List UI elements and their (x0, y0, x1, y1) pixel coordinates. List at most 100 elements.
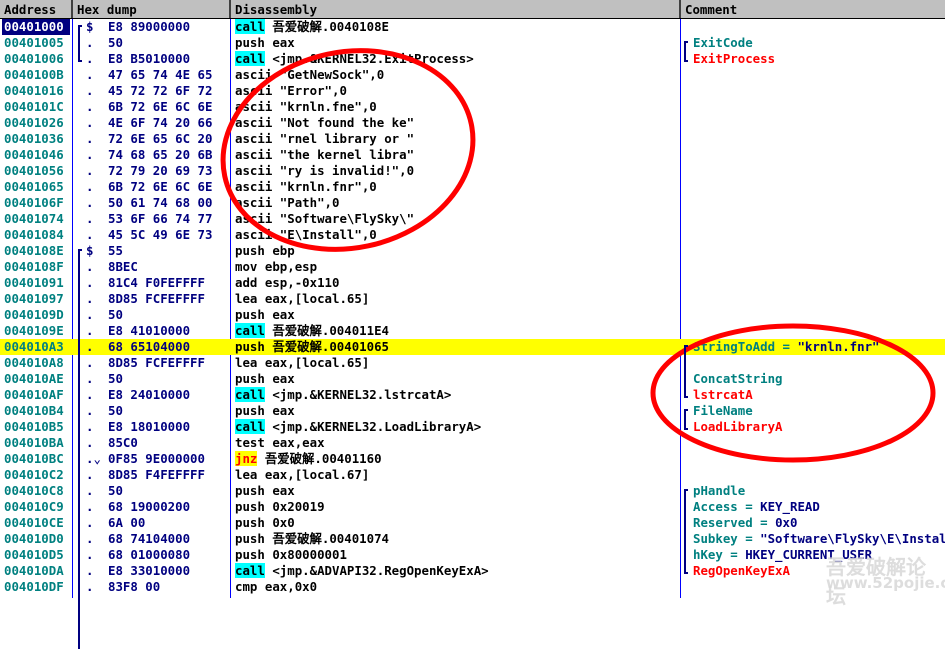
address-cell[interactable]: 004010A8 (2, 355, 70, 371)
hex-cell[interactable]: 45 5C 49 6E 73 (108, 227, 230, 243)
comment-cell[interactable]: Access = KEY_READ (693, 499, 945, 515)
hex-cell[interactable]: E8 18010000 (108, 419, 230, 435)
address-cell[interactable]: 0040100B (2, 67, 70, 83)
address-cell[interactable]: 004010BA (2, 435, 70, 451)
table-row[interactable]: 00401036. 72 6E 65 6C 20 ascii "rnel libra… (0, 131, 945, 147)
table-row[interactable]: 004010D5. 68 01000080 push 0x80000001 hKey … (0, 547, 945, 563)
hex-cell[interactable]: 55 (108, 243, 230, 259)
disassembly-cell[interactable]: ascii "Not found the ke" (235, 115, 679, 131)
address-cell[interactable]: 00401065 (2, 179, 70, 195)
hex-cell[interactable]: 50 (108, 403, 230, 419)
hex-cell[interactable]: 45 72 72 6F 72 (108, 83, 230, 99)
comment-cell[interactable] (693, 163, 945, 179)
hex-cell[interactable]: 50 (108, 35, 230, 51)
disassembly-cell[interactable]: push 吾爱破解.00401074 (235, 531, 679, 547)
disassembly-cell[interactable]: test eax,eax (235, 435, 679, 451)
disassembly-cell[interactable]: call <jmp.&KERNEL32.ExitProcess> (235, 51, 679, 67)
header-comment[interactable]: Comment (681, 0, 945, 18)
table-row[interactable]: 00401097. 8D85 FCFEFFFF lea eax,[local.65] (0, 291, 945, 307)
table-row[interactable]: 004010B5. E8 18010000 call <jmp.&KERNEL32.… (0, 419, 945, 435)
disassembly-cell[interactable]: push 0x0 (235, 515, 679, 531)
table-row[interactable]: 004010D0. 68 74104000 push 吾爱破解.00401074 Su… (0, 531, 945, 547)
address-cell[interactable]: 00401036 (2, 131, 70, 147)
comment-cell[interactable] (693, 323, 945, 339)
hex-cell[interactable]: 0F85 9E000000 (108, 451, 230, 467)
header-hex-dump[interactable]: Hex dump (73, 0, 231, 18)
disassembly-cell[interactable]: ascii "Path",0 (235, 195, 679, 211)
address-cell[interactable]: 004010B5 (2, 419, 70, 435)
table-row[interactable]: 00401056. 72 79 20 69 73 ascii "ry is inva… (0, 163, 945, 179)
disassembly-cell[interactable]: call <jmp.&KERNEL32.LoadLibraryA> (235, 419, 679, 435)
disassembly-cell[interactable]: ascii "Software\FlySky\" (235, 211, 679, 227)
hex-cell[interactable]: 53 6F 66 74 77 (108, 211, 230, 227)
comment-cell[interactable] (693, 131, 945, 147)
disassembly-cell[interactable]: push eax (235, 35, 679, 51)
comment-cell[interactable] (693, 275, 945, 291)
comment-cell[interactable] (693, 307, 945, 323)
disassembly-cell[interactable]: push 0x80000001 (235, 547, 679, 563)
disassembly-cell[interactable]: push 吾爱破解.00401065 (235, 339, 679, 355)
address-cell[interactable]: 00401046 (2, 147, 70, 163)
disassembly-cell[interactable]: cmp eax,0x0 (235, 579, 679, 595)
address-cell[interactable]: 0040109E (2, 323, 70, 339)
comment-cell[interactable]: lstrcatA (693, 387, 945, 403)
address-cell[interactable]: 0040109D (2, 307, 70, 323)
address-cell[interactable]: 004010C2 (2, 467, 70, 483)
hex-cell[interactable]: 47 65 74 4E 65 (108, 67, 230, 83)
disassembly-cell[interactable]: push 0x20019 (235, 499, 679, 515)
disassembly-cell[interactable]: ascii "GetNewSock",0 (235, 67, 679, 83)
table-row[interactable]: 00401084. 45 5C 49 6E 73 ascii "E\Install"… (0, 227, 945, 243)
hex-cell[interactable]: E8 33010000 (108, 563, 230, 579)
disassembly-cell[interactable]: ascii "krnln.fne",0 (235, 99, 679, 115)
disassembly-cell[interactable]: lea eax,[local.65] (235, 355, 679, 371)
header-disassembly[interactable]: Disassembly (231, 0, 681, 18)
disassembly-cell[interactable]: push ebp (235, 243, 679, 259)
disassembly-cell[interactable]: push eax (235, 371, 679, 387)
comment-cell[interactable]: LoadLibraryA (693, 419, 945, 435)
address-cell[interactable]: 00401074 (2, 211, 70, 227)
comment-cell[interactable] (693, 147, 945, 163)
disassembly-cell[interactable]: add esp,-0x110 (235, 275, 679, 291)
table-row[interactable]: 00401091. 81C4 F0FEFFFF add esp,-0x110 (0, 275, 945, 291)
table-row[interactable]: 004010CE. 6A 00 push 0x0 Reserved = 0x0 (0, 515, 945, 531)
comment-cell[interactable]: ExitProcess (693, 51, 945, 67)
address-cell[interactable]: 00401000 (2, 19, 70, 35)
hex-cell[interactable]: 83F8 00 (108, 579, 230, 595)
hex-cell[interactable]: 50 (108, 483, 230, 499)
hex-cell[interactable]: 6A 00 (108, 515, 230, 531)
comment-cell[interactable]: Subkey = "Software\FlySky\E\Install" (693, 531, 945, 547)
table-row[interactable]: 004010AF. E8 24010000 call <jmp.&KERNEL32.… (0, 387, 945, 403)
table-row[interactable]: 004010C9. 68 19000200 push 0x20019 Access =… (0, 499, 945, 515)
address-cell[interactable]: 00401026 (2, 115, 70, 131)
address-cell[interactable]: 004010DF (2, 579, 70, 595)
address-cell[interactable]: 004010B4 (2, 403, 70, 419)
hex-cell[interactable]: 50 (108, 307, 230, 323)
disassembly-cell[interactable]: ascii "krnln.fnr",0 (235, 179, 679, 195)
hex-cell[interactable]: E8 B5010000 (108, 51, 230, 67)
hex-cell[interactable]: 72 6E 65 6C 20 (108, 131, 230, 147)
hex-cell[interactable]: 68 19000200 (108, 499, 230, 515)
disassembly-cell[interactable]: push eax (235, 483, 679, 499)
disassembly-cell[interactable]: ascii "ry is invalid!",0 (235, 163, 679, 179)
hex-cell[interactable]: 6B 72 6E 6C 6E (108, 179, 230, 195)
disassembly-cell[interactable]: mov ebp,esp (235, 259, 679, 275)
address-cell[interactable]: 004010AE (2, 371, 70, 387)
disassembly-cell[interactable]: push eax (235, 307, 679, 323)
comment-cell[interactable]: ExitCode (693, 35, 945, 51)
disassembly-cell[interactable]: lea eax,[local.67] (235, 467, 679, 483)
disassembly-cell[interactable]: ascii "Error",0 (235, 83, 679, 99)
hex-cell[interactable]: 68 01000080 (108, 547, 230, 563)
hex-cell[interactable]: E8 89000000 (108, 19, 230, 35)
disassembly-cell[interactable]: lea eax,[local.65] (235, 291, 679, 307)
comment-cell[interactable]: FileName (693, 403, 945, 419)
hex-cell[interactable]: 68 65104000 (108, 339, 230, 355)
comment-cell[interactable] (693, 291, 945, 307)
address-cell[interactable]: 00401006 (2, 51, 70, 67)
disassembly-cell[interactable]: call 吾爱破解.0040108E (235, 19, 679, 35)
table-row[interactable]: 004010DF. 83F8 00 cmp eax,0x0 (0, 579, 945, 595)
comment-cell[interactable] (693, 19, 945, 35)
address-cell[interactable]: 004010AF (2, 387, 70, 403)
hex-cell[interactable]: E8 24010000 (108, 387, 230, 403)
table-row[interactable]: 00401065. 6B 72 6E 6C 6E ascii "krnln.fnr"… (0, 179, 945, 195)
table-row[interactable]: 00401046. 74 68 65 20 6B ascii "the kernel… (0, 147, 945, 163)
